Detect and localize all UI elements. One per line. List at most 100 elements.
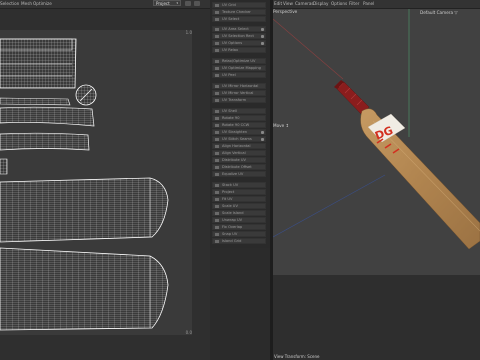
tool-icon [215,28,219,31]
tool-label: UV Peel [222,73,236,77]
tool-item[interactable]: UV Optimize Mapping [212,65,266,71]
uv-toolbar-lock-icon[interactable] [194,1,200,6]
tool-item[interactable]: Unwrap UV [212,217,266,223]
tool-icon [215,60,219,63]
checkbox-icon[interactable] [261,28,264,31]
uv-0-1-space[interactable]: 1.0 0.0 [0,30,192,335]
tool-label: UV Options [222,41,243,45]
uv-shell-small [0,158,8,175]
tool-icon [215,4,219,7]
tool-item[interactable]: Scale Island [212,210,266,216]
tool-icon [215,117,219,120]
tool-label: UV Shell [222,109,237,113]
vp-menu-cameras[interactable]: Cameras [295,1,314,6]
tool-item[interactable]: Rotate 90 [212,115,266,121]
vp-menu-edit[interactable]: Edit [274,1,282,6]
tool-label: Snap UV [222,232,238,236]
tool-icon [215,184,219,187]
tool-item[interactable]: Rotate 90 CCW [212,122,266,128]
tool-item[interactable]: Scale UV [212,203,266,209]
view-transform-label: View Transform: Scene [274,354,320,359]
tool-label: Island Grid [222,239,242,243]
tool-item[interactable]: Align Horizontal [212,143,266,149]
tool-item[interactable]: UV Peel [212,72,266,78]
uv-shell-strip-3 [0,132,90,151]
uv-project-dropdown[interactable]: Project ▾ [153,0,181,6]
tool-icon [215,42,219,45]
tool-item[interactable]: UV Mirror Horizontal [212,83,266,89]
tool-label: Texture Checker [222,10,251,14]
uv-menu-mesh[interactable]: Mesh [21,1,32,6]
tool-icon [215,240,219,243]
tool-item[interactable]: UV Select [212,16,266,22]
tool-item[interactable]: Island Grid [212,238,266,244]
tool-item[interactable]: Texture Checker [212,9,266,15]
vp-menu-filter[interactable]: Filter [349,1,359,6]
axis-z-line [273,174,386,238]
tool-label: Relax/Optimize UV [222,59,256,63]
uv-shell-top [0,38,77,89]
uv-toolbar-settings-icon[interactable] [185,1,191,6]
uv-shell-strip-2 [0,106,95,127]
tool-item[interactable]: UV Shell [212,108,266,114]
tool-label: Scale Island [222,211,244,215]
uv-wireframe [0,38,169,331]
tool-item[interactable]: Equalize UV [212,171,266,177]
vp-menu-panel[interactable]: Panel [363,1,374,6]
tool-icon [215,205,219,208]
vp-menu-display[interactable]: Display [313,1,328,6]
tool-item[interactable]: Fix Overlap [212,224,266,230]
cricket-bat-model: DG [334,80,480,250]
tool-label: Stack UV [222,183,239,187]
tool-icon [215,49,219,52]
tool-item[interactable]: UV Relax [212,47,266,53]
tool-icon [215,92,219,95]
tool-label: UV Selection Rect [222,34,254,38]
tool-label: UV Stitch Seams [222,137,252,141]
checkbox-icon[interactable] [261,42,264,45]
uv-menu-optimize[interactable]: Optimize [33,1,52,6]
tool-item[interactable]: Relax/Optimize UV [212,58,266,64]
tool-item[interactable]: Align Vertical [212,150,266,156]
tool-icon [215,212,219,215]
tool-item[interactable]: UV Grid [212,2,266,8]
tool-label: Equalize UV [222,172,244,176]
tool-label: Distribute Offset [222,165,252,169]
vp-menu-view[interactable]: View [283,1,293,6]
tool-item[interactable]: UV Mirror Vertical [212,90,266,96]
tool-item[interactable]: Snap UV [212,231,266,237]
tool-label: UV Grid [222,3,236,7]
tool-icon [215,85,219,88]
tool-icon [215,159,219,162]
tool-label: UV Select [222,17,240,21]
tool-label: Rotate 90 [222,116,240,120]
uv-shell-blade-front [0,177,169,243]
tool-icon [215,226,219,229]
tool-icon [215,198,219,201]
checkbox-icon[interactable] [261,35,264,38]
tool-label: Align Vertical [222,151,246,155]
tool-item[interactable]: UV Straighten [212,129,266,135]
checkbox-icon[interactable] [261,138,264,141]
tool-item[interactable]: Project [212,189,266,195]
tool-label: UV Optimize Mapping [222,66,261,70]
vp-menu-options[interactable]: Options [331,1,347,6]
tool-label: Scale UV [222,204,238,208]
tool-item[interactable]: UV Selection Rect [212,33,266,39]
tool-item[interactable]: UV Area Select [212,26,266,32]
tool-item[interactable]: Fit UV [212,196,266,202]
tool-icon [215,219,219,222]
tool-item[interactable]: Stack UV [212,182,266,188]
tool-item[interactable]: UV Transform [212,97,266,103]
checkbox-icon[interactable] [261,131,264,134]
tool-item[interactable]: Distribute UV [212,157,266,163]
tool-item[interactable]: Distribute Offset [212,164,266,170]
tool-item[interactable]: UV Options [212,40,266,46]
tool-item[interactable]: UV Stitch Seams [212,136,266,142]
viewport-lower-panel: View Transform: Scene [273,275,480,360]
chevron-down-icon: ▾ [176,1,178,5]
tool-label: Unwrap UV [222,218,243,222]
uv-menu-selection[interactable]: Selection [0,1,19,6]
tool-icon [215,138,219,141]
tool-icon [215,11,219,14]
